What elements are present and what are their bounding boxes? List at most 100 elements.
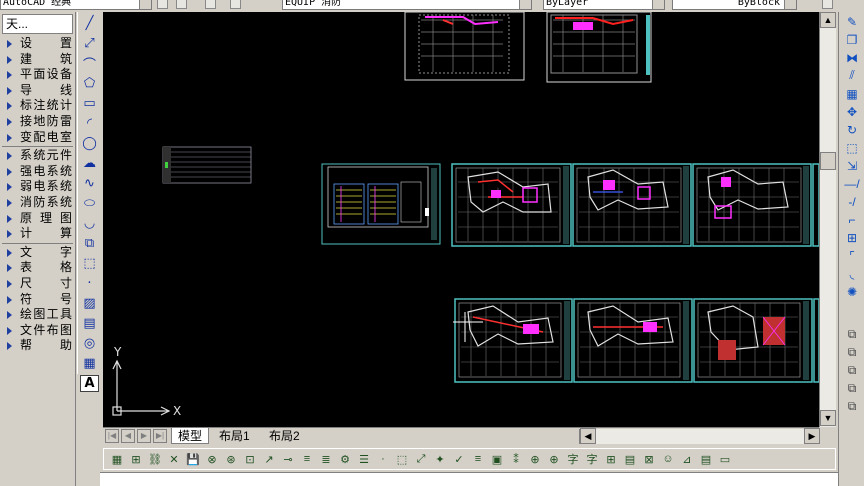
draworder-front-icon[interactable]: ⧉ (842, 344, 862, 361)
tool-button-icon[interactable]: 字 (583, 450, 601, 468)
panel-menu-item[interactable]: 绘图工具 (0, 307, 75, 323)
tool-button-icon[interactable]: ▦ (108, 450, 126, 468)
tool-button-icon[interactable]: ⊠ (640, 450, 658, 468)
extend-icon[interactable]: -/ (842, 193, 862, 210)
panel-menu-item[interactable]: 系统元件 (0, 148, 75, 164)
next-tab-icon[interactable]: ▶ (137, 429, 151, 443)
tool-button-icon[interactable]: ⊸ (279, 450, 297, 468)
chevron-down-icon[interactable] (652, 0, 664, 9)
tool-button-icon[interactable]: ⤢ (412, 450, 430, 468)
panel-menu-item[interactable]: 变配电室 (0, 130, 75, 146)
ellipse-icon[interactable]: ⬭ (80, 195, 99, 212)
tab-layout2[interactable]: 布局2 (263, 428, 306, 444)
panel-menu-item[interactable]: 计 算 (0, 226, 75, 242)
drawing-sheet[interactable] (572, 163, 692, 247)
make-block-icon[interactable]: ⬚ (80, 255, 99, 272)
circle-icon[interactable]: ◯ (80, 135, 99, 152)
tool-button-icon[interactable]: ▣ (488, 450, 506, 468)
revision-cloud-icon[interactable]: ☁ (80, 155, 99, 172)
copy-icon[interactable]: ❐ (842, 31, 862, 48)
tool-button-icon[interactable]: ↗ (260, 450, 278, 468)
drawing-sheet[interactable] (546, 12, 652, 83)
rotate-icon[interactable]: ↻ (842, 121, 862, 138)
panel-title[interactable]: 天... (2, 14, 73, 34)
scroll-left-icon[interactable]: ◀ (580, 428, 596, 444)
scroll-right-icon[interactable]: ▶ (804, 428, 820, 444)
tool-button-icon[interactable]: ⊡ (241, 450, 259, 468)
tool-button-icon[interactable]: ✦ (431, 450, 449, 468)
erase-icon[interactable]: ✎ (842, 13, 862, 30)
panel-menu-item[interactable]: 平面设备 (0, 67, 75, 83)
panel-menu-item[interactable]: 文 字 (0, 245, 75, 261)
horizontal-scrollbar[interactable]: ◀ ▶ (579, 428, 820, 444)
tool-button-icon[interactable]: ⊕ (545, 450, 563, 468)
tool-button-icon[interactable]: ⊿ (678, 450, 696, 468)
tool-button-icon[interactable]: ≡ (298, 450, 316, 468)
panel-menu-item[interactable]: 导 线 (0, 83, 75, 99)
tool-button-icon[interactable]: ⊞ (602, 450, 620, 468)
legend-table[interactable] (162, 146, 252, 184)
stretch-icon[interactable]: ⇲ (842, 157, 862, 174)
line-icon[interactable]: ╱ (80, 15, 99, 32)
dim-front-icon[interactable]: ⧉ (842, 398, 862, 415)
scale-icon[interactable]: ⬚ (842, 139, 862, 156)
text-front-icon[interactable]: ⧉ (842, 380, 862, 397)
panel-menu-item[interactable]: 设 置 (0, 36, 75, 52)
mirror-icon[interactable]: ⧓ (842, 49, 862, 66)
tool-button-icon[interactable]: ⚙ (336, 450, 354, 468)
tool-button-icon[interactable]: ☺ (659, 450, 677, 468)
drawing-sheet[interactable] (321, 163, 441, 245)
join-icon[interactable]: ⊞ (842, 229, 862, 246)
arc-icon[interactable]: ◜ (80, 115, 99, 132)
scroll-down-icon[interactable]: ▼ (820, 410, 836, 426)
panel-menu-item[interactable]: 接地防雷 (0, 114, 75, 130)
tool-button-icon[interactable]: ✕ (165, 450, 183, 468)
panel-menu-item[interactable]: 帮 助 (0, 338, 75, 354)
hatch-icon[interactable]: ▨ (80, 295, 99, 312)
linetype-dropdown[interactable]: ByBlock (672, 0, 797, 10)
insert-block-icon[interactable]: ⧉ (80, 235, 99, 252)
tab-model[interactable]: 模型 (171, 428, 210, 444)
tool-button-icon[interactable]: 字 (564, 450, 582, 468)
panel-menu-item[interactable]: 弱电系统 (0, 179, 75, 195)
draworder-icon[interactable]: ⧉ (842, 326, 862, 343)
drawing-sheet[interactable] (692, 163, 812, 247)
panel-menu-item[interactable]: 消防系统 (0, 195, 75, 211)
gradient-icon[interactable]: ▤ (80, 315, 99, 332)
polyline-icon[interactable]: ⌒ (80, 55, 99, 73)
tool-button-icon[interactable]: ✓ (450, 450, 468, 468)
panel-menu-item[interactable]: 标注统计 (0, 98, 75, 114)
table-icon[interactable]: ▦ (80, 355, 99, 372)
drawing-sheet[interactable] (693, 298, 813, 383)
scroll-up-icon[interactable]: ▲ (820, 12, 836, 28)
first-tab-icon[interactable]: |◀ (105, 429, 119, 443)
scroll-thumb[interactable] (820, 152, 836, 170)
command-line[interactable] (100, 472, 838, 486)
layer-freeze-icon[interactable] (230, 0, 241, 9)
last-tab-icon[interactable]: ▶| (153, 429, 167, 443)
panel-menu-item[interactable]: 强电系统 (0, 164, 75, 180)
tool-button-icon[interactable]: ▭ (716, 450, 734, 468)
layer-on-icon[interactable] (205, 0, 216, 9)
drawing-sheet[interactable] (404, 12, 525, 81)
panel-menu-item[interactable]: 表 格 (0, 260, 75, 276)
ellipse-arc-icon[interactable]: ◡ (80, 215, 99, 232)
trim-icon[interactable]: —/ (842, 175, 862, 192)
tool-button-icon[interactable]: ≣ (317, 450, 335, 468)
drawing-sheet[interactable] (453, 298, 573, 383)
rectangle-icon[interactable]: ▭ (80, 95, 99, 112)
prev-tab-icon[interactable]: ◀ (121, 429, 135, 443)
tool-button-icon[interactable]: ⊕ (526, 450, 544, 468)
vertical-scrollbar[interactable]: ▲ ▼ (819, 12, 836, 427)
tool-button-icon[interactable]: 💾 (184, 450, 202, 468)
construction-line-icon[interactable]: ⤢ (80, 35, 99, 52)
tool-button-icon[interactable]: ≡ (469, 450, 487, 468)
panel-menu-item[interactable]: 尺 寸 (0, 276, 75, 292)
tool-button-icon[interactable]: ⊞ (127, 450, 145, 468)
panel-menu-item[interactable]: 符 号 (0, 292, 75, 308)
tool-button-icon[interactable]: · (374, 450, 392, 468)
customize-icon[interactable] (176, 0, 187, 9)
workspace-dropdown[interactable]: AutoCAD 经典 (0, 0, 152, 10)
polygon-icon[interactable]: ⬠ (80, 75, 99, 92)
tool-button-icon[interactable]: ⊗ (203, 450, 221, 468)
